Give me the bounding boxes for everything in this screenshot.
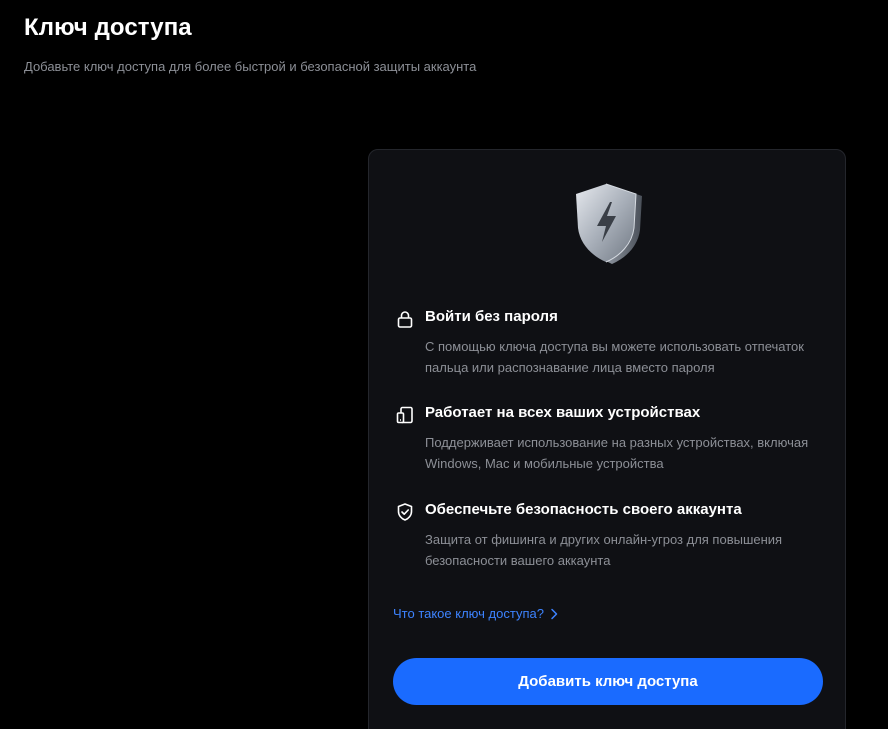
add-passkey-button[interactable]: Добавить ключ доступа xyxy=(393,658,823,705)
info-link-label: Что такое ключ доступа? xyxy=(393,606,544,621)
feature-description: С помощью ключа доступа вы можете исполь… xyxy=(425,339,804,375)
lock-icon xyxy=(397,311,413,328)
what-is-passkey-link[interactable]: Что такое ключ доступа? xyxy=(393,606,558,621)
page-title: Ключ доступа xyxy=(24,14,192,41)
passkey-card: Войти без пароля С помощью ключа доступа… xyxy=(368,149,846,729)
feature-title: Войти без пароля xyxy=(425,308,558,325)
feature-description: Поддерживает использование на разных уст… xyxy=(425,435,809,471)
devices-icon xyxy=(396,406,413,424)
feature-description: Защита от фишинга и других онлайн-угроз … xyxy=(425,532,783,568)
page-subtitle: Добавьте ключ доступа для более быстрой … xyxy=(24,59,477,74)
shield-lightning-icon xyxy=(576,183,642,264)
passkey-page: Ключ доступа Добавьте ключ доступа для б… xyxy=(0,0,888,729)
feature-title: Обеспечьте безопасность своего аккаунта xyxy=(425,501,742,518)
chevron-right-icon xyxy=(551,608,558,619)
shield-check-icon xyxy=(397,503,413,521)
feature-title: Работает на всех ваших устройствах xyxy=(425,404,701,421)
